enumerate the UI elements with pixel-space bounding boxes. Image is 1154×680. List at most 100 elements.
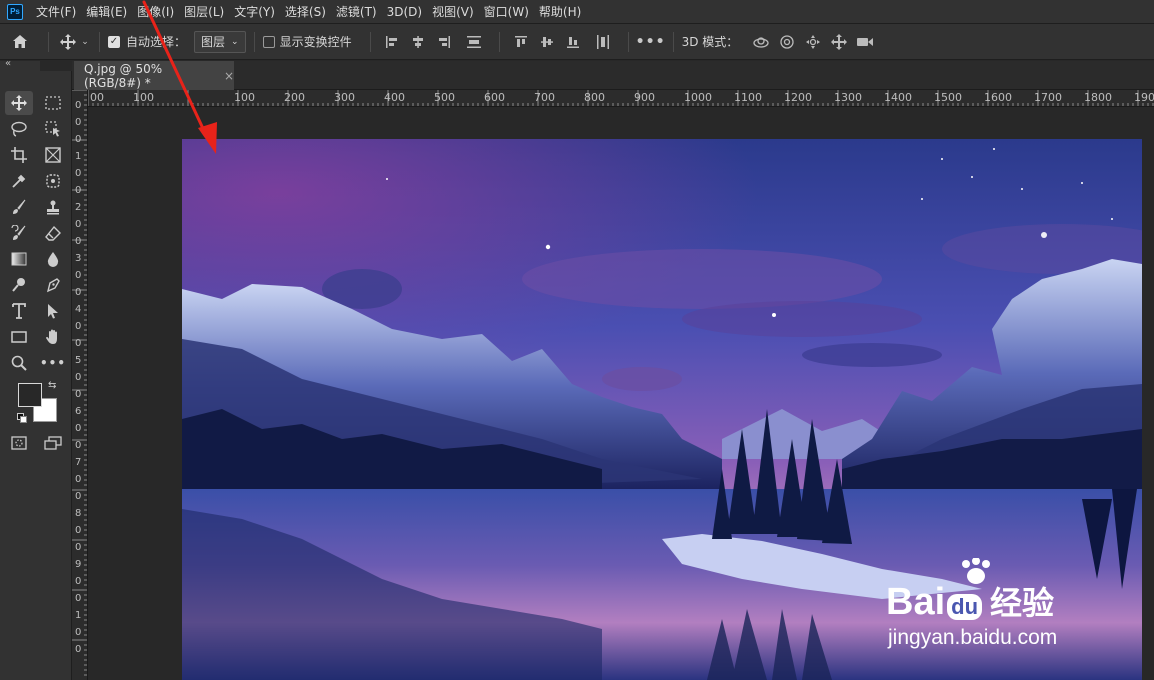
pen-tool-icon[interactable] [39, 273, 67, 297]
object-select-tool-icon[interactable] [39, 117, 67, 141]
rectangle-tool-icon[interactable] [5, 325, 33, 349]
auto-select-checkbox[interactable]: ✓ [108, 35, 120, 48]
type-tool-icon[interactable] [5, 299, 33, 323]
brush-tool-icon[interactable] [5, 195, 33, 219]
ruler-h-label: 600 [484, 91, 505, 104]
align-right-edges-icon[interactable] [431, 35, 457, 49]
ruler-h-label: 100 [234, 91, 255, 104]
menu-help[interactable]: 帮助(H) [534, 0, 586, 24]
menu-edit[interactable]: 编辑(E) [81, 0, 132, 24]
show-transform-checkbox[interactable] [262, 35, 275, 48]
ruler-h-label: 1400 [884, 91, 912, 104]
vertical-ruler: 0 0 0 1 0 0 2 0 0 3 0 0 4 0 0 5 0 0 6 0 0 7 0 0 8 0 0 9 0 0 1 0 0 [72, 90, 88, 680]
quick-mask-icon[interactable] [5, 431, 33, 455]
ruler-h-label: 1600 [984, 91, 1012, 104]
divider [99, 31, 100, 52]
tool-preset-chevron-icon[interactable]: ⌄ [79, 37, 91, 47]
ruler-v-label: 0 [75, 168, 82, 179]
ruler-h-label: 900 [634, 91, 655, 104]
watermark-du-badge: du [947, 594, 983, 620]
move-tool-icon[interactable] [5, 91, 33, 115]
align-left-edges-icon[interactable] [379, 35, 405, 49]
ruler-v-label: 0 [75, 117, 82, 128]
move-tool-icon[interactable] [57, 33, 79, 50]
watermark-brand-suffix: 经验 [990, 585, 1055, 621]
swap-colors-icon[interactable]: ⇆ [48, 380, 56, 391]
ruler-v-label: 0 [75, 219, 82, 230]
eyedropper-tool-icon[interactable] [5, 169, 33, 193]
ruler-v-label: 2 [75, 202, 82, 213]
divider [253, 31, 255, 52]
ruler-v-label: 6 [75, 406, 82, 417]
ruler-v-label: 0 [75, 389, 82, 400]
document-tab-bar: Q.jpg @ 50%(RGB/8#) * × [72, 61, 1154, 90]
ruler-v-label: 0 [75, 593, 82, 604]
ruler-h-label: 1700 [1034, 91, 1062, 104]
blur-tool-icon[interactable] [39, 247, 67, 271]
menu-file[interactable]: 文件(F) [31, 0, 81, 24]
home-icon[interactable] [0, 34, 40, 49]
align-horizontal-centers-icon[interactable] [405, 35, 431, 49]
menu-select[interactable]: 选择(S) [280, 0, 331, 24]
pan-3d-icon[interactable] [800, 34, 826, 50]
ruler-v-label: 1 [75, 610, 82, 621]
crop-tool-icon[interactable] [5, 143, 33, 167]
ruler-v-label: 0 [75, 338, 82, 349]
scale-3d-camera-icon[interactable] [852, 36, 878, 48]
ruler-v-label: 8 [75, 508, 82, 519]
ruler-h-label: 1800 [1084, 91, 1112, 104]
more-tools-icon[interactable]: ••• [39, 351, 67, 375]
marquee-tool-icon[interactable] [39, 91, 67, 115]
ruler-v-label: 0 [75, 627, 82, 638]
ruler-h-label: 1300 [834, 91, 862, 104]
foreground-color-swatch[interactable] [18, 383, 42, 407]
distribute-horizontal-icon[interactable] [586, 34, 620, 50]
align-top-edges-icon[interactable] [508, 35, 534, 49]
ruler-h-label: 700 [534, 91, 555, 104]
ruler-v-label: 0 [75, 525, 82, 536]
screen-mode-icon[interactable] [39, 431, 67, 455]
slide-3d-icon[interactable] [826, 33, 852, 50]
menu-type[interactable]: 文字(Y) [229, 0, 280, 24]
distribute-vertical-icon[interactable] [457, 35, 491, 49]
menu-window[interactable]: 窗口(W) [479, 0, 534, 24]
eraser-tool-icon[interactable] [39, 221, 67, 245]
ruler-v-label: 9 [75, 559, 82, 570]
ruler-v-label: 1 [75, 151, 82, 162]
ruler-h-label: 200 [284, 91, 305, 104]
ruler-h-label: 1500 [934, 91, 962, 104]
align-vertical-centers-icon[interactable] [534, 35, 560, 49]
healing-brush-tool-icon[interactable] [39, 169, 67, 193]
zoom-tool-icon[interactable] [5, 351, 33, 375]
menu-view[interactable]: 视图(V) [427, 0, 479, 24]
roll-3d-icon[interactable] [774, 34, 800, 50]
more-options-icon[interactable]: ••• [636, 34, 665, 50]
dodge-tool-icon[interactable] [5, 273, 33, 297]
gradient-tool-icon[interactable] [5, 247, 33, 271]
menu-3d[interactable]: 3D(D) [382, 0, 427, 24]
ruler-v-label: 0 [75, 576, 82, 587]
ruler-v-label: 5 [75, 355, 82, 366]
ruler-v-label: 0 [75, 440, 82, 451]
toolbar-collapse-strip[interactable]: « [0, 58, 40, 71]
orbit-3d-icon[interactable] [748, 35, 774, 49]
lasso-tool-icon[interactable] [5, 117, 33, 141]
clone-stamp-tool-icon[interactable] [39, 195, 67, 219]
tools-panel: ••• ⇆ [0, 71, 72, 680]
show-transform-label: 显示变换控件 [279, 35, 352, 49]
menu-filter[interactable]: 滤镜(T) [331, 0, 382, 24]
align-bottom-edges-icon[interactable] [560, 35, 586, 49]
ruler-v-label: 0 [75, 134, 82, 145]
ruler-v-label: 0 [75, 321, 82, 332]
frame-tool-icon[interactable] [39, 143, 67, 167]
divider [627, 31, 629, 52]
divider [369, 31, 371, 52]
double-chevron-icon[interactable]: « [5, 58, 11, 69]
default-colors-icon[interactable] [17, 413, 27, 423]
history-brush-tool-icon[interactable] [5, 221, 33, 245]
ruler-v-label: 0 [75, 474, 82, 485]
hand-tool-icon[interactable] [39, 325, 67, 349]
path-selection-tool-icon[interactable] [39, 299, 67, 323]
ruler-v-label: 3 [75, 253, 82, 264]
ruler-v-label: 0 [75, 491, 82, 502]
